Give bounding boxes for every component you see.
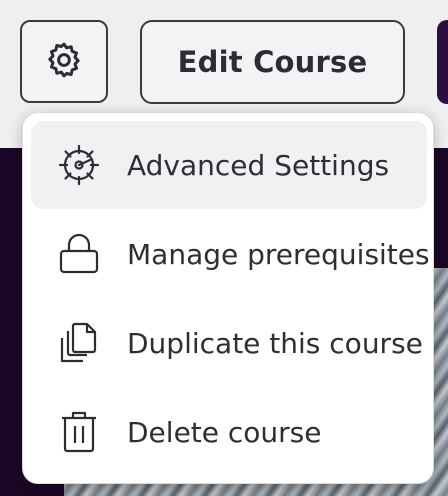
lock-icon xyxy=(31,210,127,298)
duplicate-icon xyxy=(31,299,127,387)
advanced-settings-icon xyxy=(31,121,127,209)
menu-item-manage-prerequisites[interactable]: Manage prerequisites xyxy=(31,210,430,298)
settings-dropdown-menu: Advanced Settings Manage prerequisites D… xyxy=(22,112,434,484)
menu-item-label: Manage prerequisites xyxy=(127,237,430,271)
trash-icon xyxy=(31,388,127,476)
menu-item-label: Delete course xyxy=(127,415,322,449)
menu-item-label: Duplicate this course xyxy=(127,326,423,360)
gear-icon xyxy=(44,40,84,84)
settings-button[interactable] xyxy=(20,20,108,103)
menu-item-duplicate-course[interactable]: Duplicate this course xyxy=(31,299,427,387)
menu-item-advanced-settings[interactable]: Advanced Settings xyxy=(31,121,427,209)
menu-item-label: Advanced Settings xyxy=(127,148,390,182)
menu-item-delete-course[interactable]: Delete course xyxy=(31,388,427,476)
edit-course-button[interactable]: Edit Course xyxy=(140,20,405,104)
next-toolbar-button-edge[interactable] xyxy=(437,20,448,104)
